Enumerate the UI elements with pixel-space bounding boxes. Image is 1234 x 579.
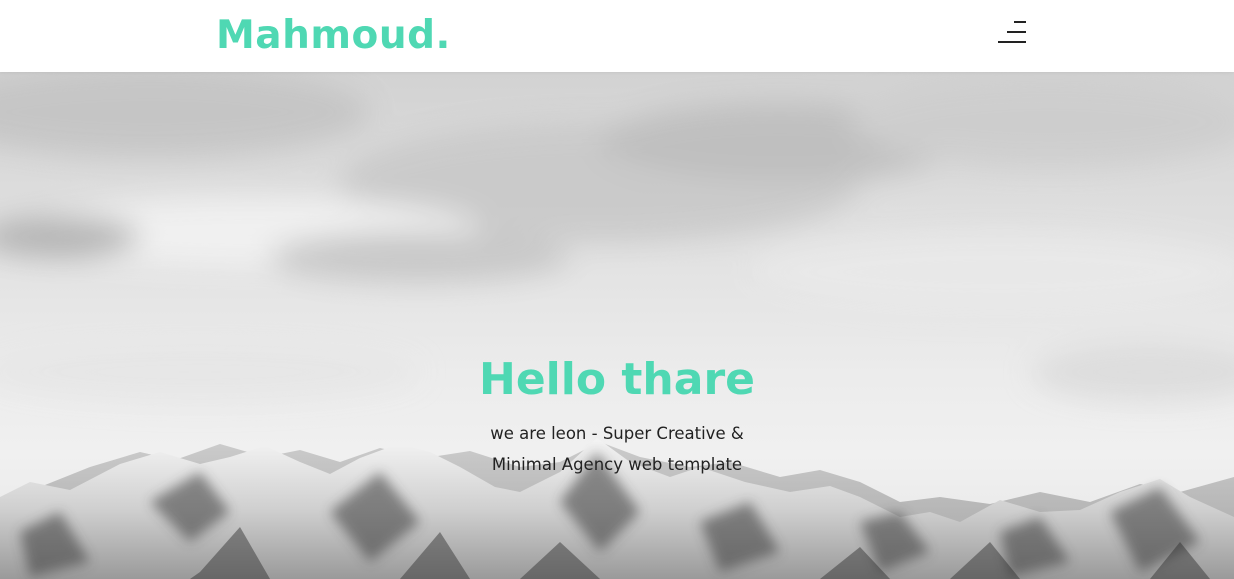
hero-section: Hello thare we are leon - Super Creative… (0, 72, 1234, 579)
menu-line (1007, 31, 1026, 33)
menu-line (998, 41, 1026, 43)
mountain-background-image (0, 72, 1234, 579)
site-logo[interactable]: Mahmoud. (216, 12, 451, 60)
hero-content: Hello thare we are leon - Super Creative… (0, 348, 1234, 480)
hero-title: Hello thare (479, 354, 755, 405)
site-header: Mahmoud. (0, 0, 1234, 72)
menu-hamburger-icon[interactable] (994, 20, 1028, 46)
hero-subtitle: we are leon - Super Creative & Minimal A… (490, 424, 744, 474)
menu-line (1014, 21, 1026, 23)
